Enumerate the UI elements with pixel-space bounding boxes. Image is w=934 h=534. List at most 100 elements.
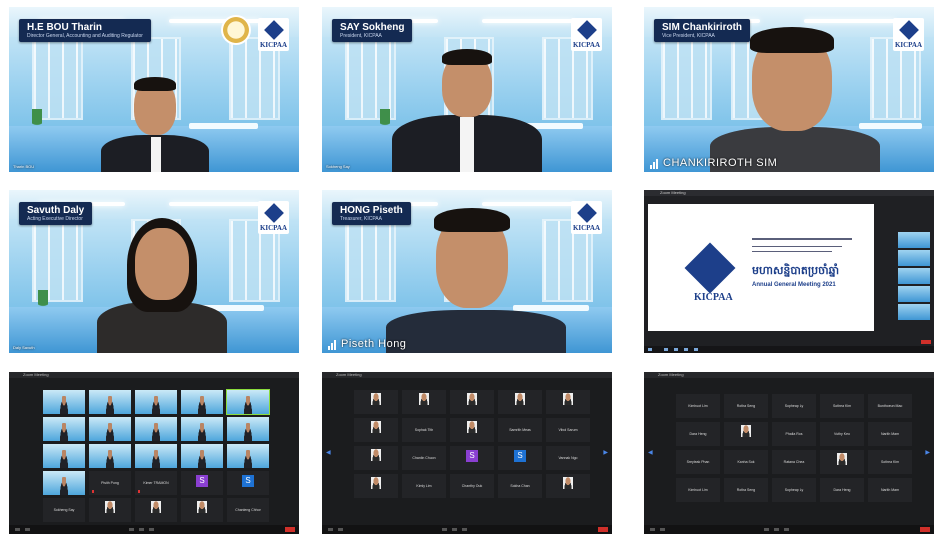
participant-cell[interactable]: Kimly Lim [402, 474, 446, 498]
participants-button[interactable] [129, 528, 134, 531]
video-cell[interactable] [181, 444, 223, 468]
participant-cell[interactable]: Rotha Seng [724, 394, 768, 418]
chat-button[interactable] [139, 528, 144, 531]
participant-cell[interactable]: Chanlin Chuon [402, 446, 446, 470]
participant-cell[interactable]: Sothea Kim [868, 450, 912, 474]
next-page-arrow-icon[interactable]: ▶ [603, 449, 608, 456]
participant-cell[interactable]: Dara Heng [820, 478, 864, 502]
video-cell[interactable] [227, 417, 269, 441]
participant-cell[interactable] [181, 498, 223, 522]
participant-cell[interactable]: Samrith Meas [498, 418, 542, 442]
leave-button[interactable] [921, 340, 931, 344]
participant-cell[interactable]: Narith Mam [868, 422, 912, 446]
video-button[interactable] [338, 528, 343, 531]
leave-button[interactable] [598, 527, 608, 532]
video-cell-active-speaker[interactable] [226, 389, 270, 415]
participant-cell[interactable]: Narith Mam [868, 478, 912, 502]
participant-name: Narith Mam [880, 488, 900, 493]
participant-cell[interactable] [450, 390, 494, 414]
video-cell[interactable] [43, 390, 85, 414]
video-tile-daly[interactable]: Savuth Daly Acting Executive Director KI… [9, 190, 299, 353]
video-cell[interactable] [227, 444, 269, 468]
share-screen-button[interactable] [462, 528, 467, 531]
participant-cell[interactable]: S [450, 446, 494, 470]
video-cell[interactable] [43, 417, 85, 441]
participant-cell[interactable]: Kimhuot Lim [676, 478, 720, 502]
participants-button[interactable] [442, 528, 447, 531]
leave-button[interactable] [920, 527, 930, 532]
video-tile-piseth[interactable]: HONG Piseth Treasurer, KICPAA KICPAA Pis… [322, 190, 612, 353]
video-cell[interactable] [135, 390, 177, 414]
participant-cell[interactable]: Kanha Sok [724, 450, 768, 474]
participant-cell[interactable]: Sophak Tith [402, 418, 446, 442]
participant-cell[interactable]: Bunthoeun Mao [868, 394, 912, 418]
video-cell[interactable] [135, 444, 177, 468]
participant-cell[interactable]: Chanthy Ouk [450, 474, 494, 498]
participant-cell[interactable]: Vuthy Keo [820, 422, 864, 446]
video-tile-tharin[interactable]: H.E BOU Tharin Director General, Account… [9, 7, 299, 172]
participant-cell[interactable]: S [181, 471, 223, 495]
participant-cell[interactable] [354, 474, 398, 498]
participant-cell[interactable]: Sothea Kim [820, 394, 864, 418]
gallery-view-1[interactable]: Zoom Meeting Pisith Pong Kimer TRAMON S … [9, 372, 299, 534]
participant-cell[interactable]: Chanleng Chhor [227, 498, 269, 522]
previous-page-arrow-icon[interactable]: ◀ [648, 449, 653, 456]
participant-cell[interactable] [354, 418, 398, 442]
participant-cell[interactable]: Pisith Pong [89, 471, 131, 495]
mute-button[interactable] [650, 528, 655, 531]
video-tile-chankiriroth[interactable]: SIM Chankiriroth Vice President, KICPAA … [644, 7, 934, 172]
participant-cell[interactable] [498, 390, 542, 414]
participant-cell[interactable]: Ratana Chea [772, 450, 816, 474]
gallery-view-2[interactable]: Zoom Meeting ◀ ▶ Sophak Tith Samrith Mea… [322, 372, 612, 534]
screen-share-window[interactable]: Zoom Meeting KICPAA មហាសន្និបាតប្រចាំឆ្ន… [644, 190, 934, 353]
video-cell[interactable] [43, 471, 85, 495]
chat-button[interactable] [452, 528, 457, 531]
gallery-view-3[interactable]: Zoom Meeting ◀ ▶ Kimhuot Lim Rotha Seng … [644, 372, 934, 534]
participant-cell[interactable]: S [498, 446, 542, 470]
previous-page-arrow-icon[interactable]: ◀ [326, 449, 331, 456]
participant-cell[interactable]: Dara Heng [676, 422, 720, 446]
video-button[interactable] [660, 528, 665, 531]
video-cell[interactable] [89, 444, 131, 468]
share-screen-button[interactable] [149, 528, 154, 531]
participant-cell[interactable]: Kimer TRAMON [135, 471, 177, 495]
chat-button[interactable] [774, 528, 779, 531]
participant-cell[interactable]: Sokha Chan [498, 474, 542, 498]
participant-cell[interactable]: Rotha Seng [724, 478, 768, 502]
participant-cell[interactable]: Kimhuot Lim [676, 394, 720, 418]
participant-cell[interactable] [354, 446, 398, 470]
video-cell[interactable] [43, 444, 85, 468]
participant-cell[interactable]: Vibol Sarum [546, 418, 590, 442]
participant-cell[interactable] [546, 390, 590, 414]
video-button[interactable] [25, 528, 30, 531]
participant-cell[interactable]: Sopheap Ly [772, 478, 816, 502]
video-cell[interactable] [181, 417, 223, 441]
participant-thumbnail-strip[interactable] [898, 232, 930, 322]
video-tile-sokheng[interactable]: SAY Sokheng President, KICPAA KICPAA Sok… [322, 7, 612, 172]
participant-cell[interactable]: S [227, 471, 269, 495]
participant-cell[interactable]: Sokheng Say [43, 498, 85, 522]
share-screen-button[interactable] [784, 528, 789, 531]
participant-cell[interactable] [450, 418, 494, 442]
participant-cell[interactable]: Vannak Ngo [546, 446, 590, 470]
participant-cell[interactable] [135, 498, 177, 522]
video-cell[interactable] [89, 390, 131, 414]
mute-button[interactable] [328, 528, 333, 531]
participant-cell[interactable] [820, 450, 864, 474]
video-cell[interactable] [181, 390, 223, 414]
participant-cell[interactable] [89, 498, 131, 522]
participant-cell[interactable]: Sopheap Ly [772, 394, 816, 418]
participant-cell[interactable]: Phalla Ros [772, 422, 816, 446]
mute-button[interactable] [15, 528, 20, 531]
participant-cell[interactable] [402, 390, 446, 414]
video-cell[interactable] [89, 417, 131, 441]
next-page-arrow-icon[interactable]: ▶ [925, 449, 930, 456]
participants-button[interactable] [764, 528, 769, 531]
video-cell[interactable] [135, 417, 177, 441]
participant-cell[interactable]: Sreyleak Phan [676, 450, 720, 474]
participant-cell[interactable] [546, 474, 590, 498]
leave-button[interactable] [285, 527, 295, 532]
participant-cell[interactable] [354, 390, 398, 414]
name-plate-role: Acting Executive Director [27, 216, 83, 222]
participant-cell[interactable] [724, 422, 768, 446]
